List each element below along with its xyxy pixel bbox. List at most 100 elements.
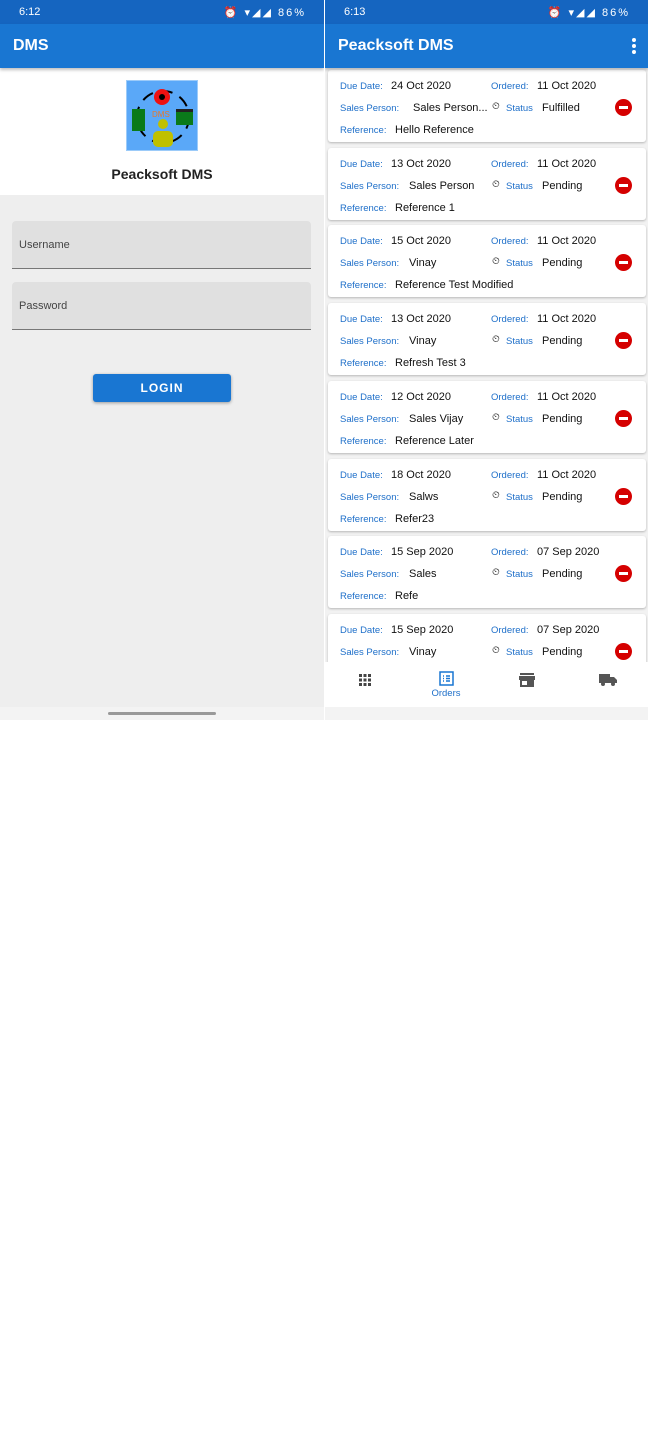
due-date-label: Due Date: bbox=[340, 236, 383, 248]
order-card[interactable]: Due Date: 24 Oct 2020 Ordered: 11 Oct 20… bbox=[328, 70, 646, 142]
status-icons: ⏰ ▾◢◢ 86% bbox=[547, 7, 630, 19]
reference-label: Reference: bbox=[340, 435, 387, 447]
ordered-value: 11 Oct 2020 bbox=[537, 468, 597, 481]
remove-order-icon[interactable] bbox=[615, 642, 632, 660]
reference-value: Refresh Test 3 bbox=[395, 357, 466, 370]
grid-icon bbox=[359, 674, 371, 686]
due-date-value: 12 Oct 2020 bbox=[391, 390, 451, 403]
logo-text: DMS bbox=[152, 110, 170, 119]
remove-order-icon[interactable] bbox=[615, 176, 632, 194]
ordered-value: 07 Sep 2020 bbox=[537, 546, 600, 559]
order-card[interactable]: Due Date: 13 Oct 2020 Ordered: 11 Oct 20… bbox=[328, 303, 646, 376]
sales-person-label: Sales Person: bbox=[340, 258, 400, 270]
nav-store[interactable] bbox=[487, 662, 567, 707]
nav-dashboard[interactable] bbox=[325, 662, 405, 707]
sales-person-value: Sales Person bbox=[409, 179, 475, 192]
app-bar: Peacksoft DMS bbox=[325, 24, 648, 68]
orders-screen: 6:13 ⏰ ▾◢◢ 86% Peacksoft DMS Due Date: 2… bbox=[325, 0, 648, 720]
ordered-label: Ordered: bbox=[491, 547, 529, 559]
remove-order-icon[interactable] bbox=[615, 409, 632, 427]
sales-person-label: Sales Person: bbox=[340, 413, 400, 425]
clock-icon: ⏲ bbox=[492, 411, 500, 423]
due-date-label: Due Date: bbox=[340, 469, 383, 481]
status-bar: 6:13 ⏰ ▾◢◢ 86% bbox=[325, 0, 648, 24]
status-label: Status bbox=[506, 103, 533, 114]
order-card[interactable]: Due Date: 15 Oct 2020 Ordered: 11 Oct 20… bbox=[328, 225, 646, 298]
sales-person-value: Sales bbox=[409, 568, 437, 581]
sales-person-label: Sales Person: bbox=[340, 646, 400, 658]
status-value: Pending bbox=[542, 257, 583, 270]
ordered-label: Ordered: bbox=[491, 81, 529, 92]
username-input[interactable]: Username bbox=[12, 221, 311, 269]
remove-order-icon[interactable] bbox=[615, 565, 632, 583]
status-bar: 6:12 ⏰ ▾◢◢ 86% bbox=[0, 0, 324, 24]
more-options-icon[interactable] bbox=[632, 38, 636, 54]
remove-order-icon[interactable] bbox=[615, 332, 632, 350]
home-handle[interactable] bbox=[108, 712, 216, 715]
ordered-value: 07 Sep 2020 bbox=[537, 623, 600, 636]
order-card[interactable]: Due Date: 13 Oct 2020 Ordered: 11 Oct 20… bbox=[328, 147, 646, 220]
clock-icon: ⏲ bbox=[492, 644, 500, 656]
clock-icon: ⏲ bbox=[492, 256, 500, 268]
due-date-label: Due Date: bbox=[340, 314, 383, 326]
order-card[interactable]: Due Date: 15 Sep 2020 Ordered: 07 Sep 20… bbox=[328, 536, 646, 609]
battery-level: 86% bbox=[277, 7, 306, 19]
ordered-value: 11 Oct 2020 bbox=[537, 390, 597, 403]
store-icon bbox=[519, 673, 535, 687]
status-icons: ⏰ ▾◢◢ 86% bbox=[223, 7, 306, 19]
status-label: Status bbox=[506, 413, 533, 425]
sales-person-value: Vinay bbox=[409, 335, 437, 348]
clock-icon: ⏲ bbox=[492, 567, 500, 579]
orders-list[interactable]: Due Date: 24 Oct 2020 Ordered: 11 Oct 20… bbox=[325, 68, 648, 662]
status-time: 6:12 bbox=[19, 6, 41, 18]
order-card[interactable]: Due Date: 18 Oct 2020 Ordered: 11 Oct 20… bbox=[328, 458, 646, 531]
clock-icon: ⏲ bbox=[492, 334, 500, 346]
due-date-value: 15 Oct 2020 bbox=[391, 235, 451, 248]
sales-person-value: Vinay bbox=[409, 257, 437, 270]
nav-delivery[interactable] bbox=[568, 662, 648, 707]
ordered-label: Ordered: bbox=[491, 314, 529, 326]
login-button[interactable]: LOGIN bbox=[93, 374, 231, 402]
list-icon bbox=[438, 671, 454, 686]
battery-level: 86% bbox=[601, 7, 630, 19]
status-label: Status bbox=[506, 569, 533, 581]
due-date-label: Due Date: bbox=[340, 81, 383, 92]
status-value: Pending bbox=[542, 490, 583, 503]
order-card[interactable]: Due Date: 15 Sep 2020 Ordered: 07 Sep 20… bbox=[328, 613, 646, 662]
due-date-value: 15 Sep 2020 bbox=[391, 623, 454, 636]
status-label: Status bbox=[506, 491, 533, 503]
remove-order-icon[interactable] bbox=[615, 254, 632, 272]
reference-label: Reference: bbox=[340, 591, 387, 603]
status-value: Pending bbox=[542, 645, 583, 658]
due-date-label: Due Date: bbox=[340, 547, 383, 559]
nav-orders[interactable]: Orders bbox=[406, 662, 486, 707]
sales-person-value: Sales Vijay bbox=[409, 412, 464, 425]
sales-person-label: Sales Person: bbox=[340, 491, 400, 503]
ordered-label: Ordered: bbox=[491, 391, 529, 403]
sales-person-label: Sales Person: bbox=[340, 103, 400, 114]
ordered-value: 11 Oct 2020 bbox=[537, 235, 597, 248]
reference-value: Refer23 bbox=[395, 512, 435, 525]
status-value: Pending bbox=[542, 179, 583, 192]
reference-label: Reference: bbox=[340, 202, 387, 214]
ordered-label: Ordered: bbox=[491, 158, 529, 170]
ordered-label: Ordered: bbox=[491, 469, 529, 481]
status-value: Pending bbox=[542, 412, 583, 425]
remove-order-icon[interactable] bbox=[615, 487, 632, 505]
reference-label: Reference: bbox=[340, 280, 387, 292]
app-title: Peacksoft DMS bbox=[338, 37, 454, 54]
remove-order-icon[interactable] bbox=[615, 99, 632, 116]
ordered-label: Ordered: bbox=[491, 624, 529, 636]
ordered-value: 11 Oct 2020 bbox=[537, 313, 597, 326]
sales-person-value: Sales Person... bbox=[413, 102, 488, 114]
truck-icon bbox=[599, 674, 617, 686]
reference-label: Reference: bbox=[340, 513, 387, 525]
status-label: Status bbox=[506, 336, 533, 348]
reference-value: Reference 1 bbox=[395, 201, 455, 214]
password-input[interactable]: Password bbox=[12, 282, 311, 330]
status-value: Pending bbox=[542, 568, 583, 581]
app-logo: DMS bbox=[126, 80, 198, 151]
order-card[interactable]: Due Date: 12 Oct 2020 Ordered: 11 Oct 20… bbox=[328, 380, 646, 453]
due-date-value: 13 Oct 2020 bbox=[391, 157, 451, 170]
clock-icon: ⏲ bbox=[492, 101, 500, 112]
